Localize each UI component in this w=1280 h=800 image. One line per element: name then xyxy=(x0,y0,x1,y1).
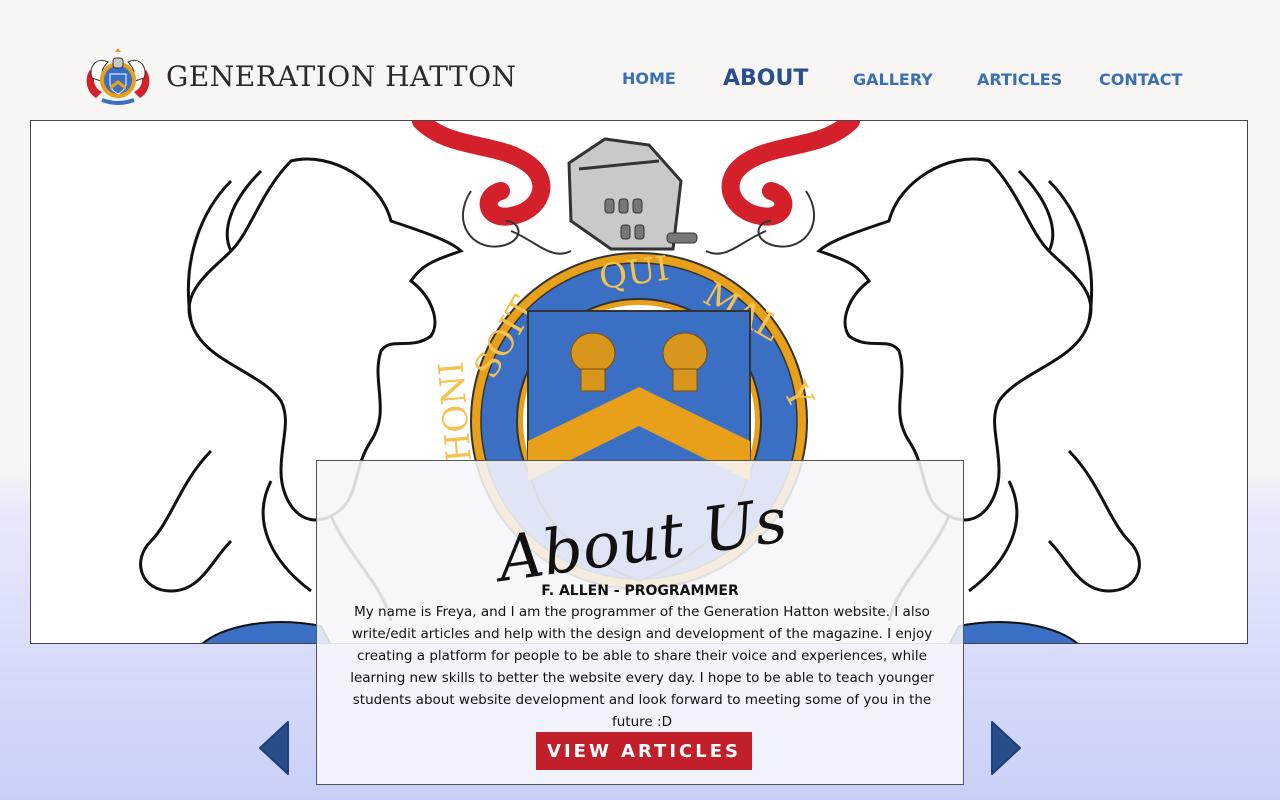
author-role: F. ALLEN - PROGRAMMER xyxy=(541,583,739,599)
nav-about[interactable]: ABOUT xyxy=(723,66,808,91)
nav-articles[interactable]: ARTICLES xyxy=(977,70,1062,89)
nav-home[interactable]: HOME xyxy=(622,69,676,88)
nav-gallery[interactable]: GALLERY xyxy=(853,70,933,89)
next-slide-button[interactable] xyxy=(990,720,1022,780)
svg-text:About Us: About Us xyxy=(493,483,791,583)
svg-text:HONI: HONI xyxy=(431,360,480,464)
view-articles-button[interactable]: VIEW ARTICLES xyxy=(536,732,752,770)
previous-slide-button[interactable] xyxy=(258,720,290,780)
nav-contact[interactable]: CONTACT xyxy=(1099,70,1182,89)
about-body-text: My name is Freya, and I am the programme… xyxy=(350,604,934,730)
crest-icon xyxy=(86,48,150,105)
crest-logo[interactable] xyxy=(82,48,154,108)
chevron-left-icon xyxy=(259,721,289,775)
about-us-heading: About Us xyxy=(493,483,791,583)
site-title[interactable]: GENERATION HATTON xyxy=(166,60,517,93)
chevron-right-icon xyxy=(991,721,1021,775)
about-card: About Us F. ALLEN - PROGRAMMER My name i… xyxy=(316,460,964,785)
